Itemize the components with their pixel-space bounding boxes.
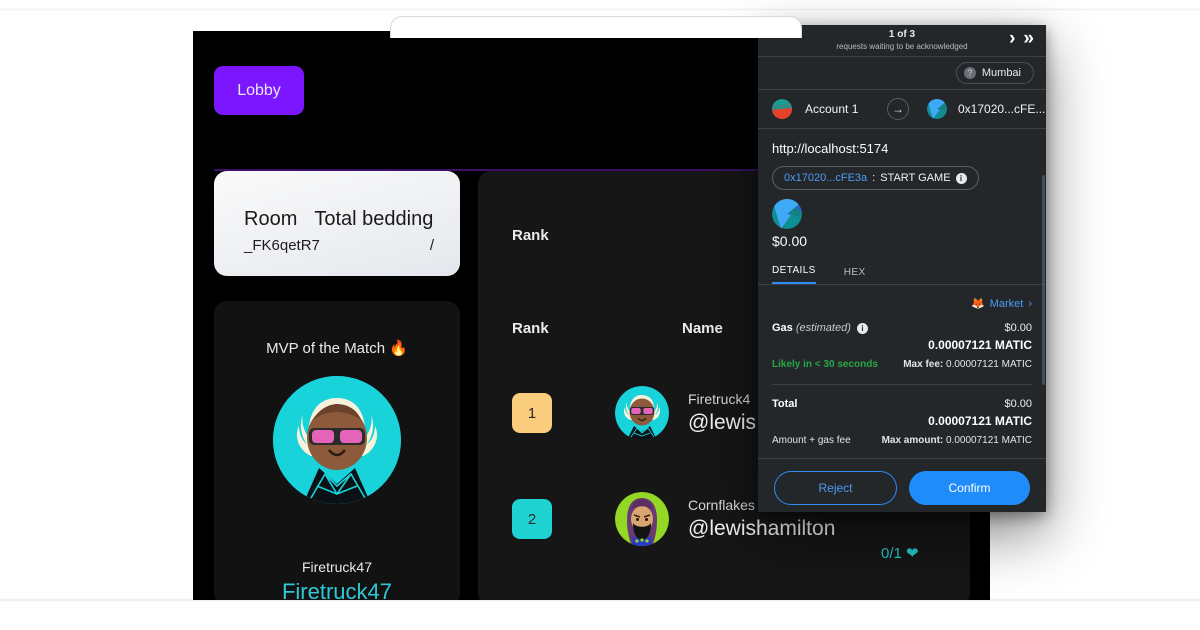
- max-fee-value: 0.00007121 MATIC: [946, 359, 1032, 370]
- gas-speed-row: Likely in < 30 seconds Max fee: 0.000071…: [772, 359, 1032, 370]
- details-divider: [772, 384, 1032, 385]
- gas-speed-estimate: Likely in < 30 seconds: [772, 359, 878, 370]
- screenshot-root: Lobby Room Total bedding _FK6qetR7 / MVP…: [0, 0, 1200, 630]
- tab-hex[interactable]: HEX: [844, 267, 866, 284]
- player-avatar-image: [615, 386, 669, 440]
- gas-info-icon[interactable]: i: [856, 322, 868, 334]
- leaderboard-title: Rank: [512, 227, 549, 244]
- tab-details[interactable]: DETAILS: [772, 265, 816, 284]
- mvp-avatar: [273, 376, 401, 504]
- gas-values: $0.00 0.00007121 MATIC: [928, 322, 1032, 352]
- player-avatar: [615, 386, 669, 440]
- gas-crypto: 0.00007121 MATIC: [928, 338, 1032, 352]
- max-fee-group: Max fee: 0.00007121 MATIC: [903, 359, 1032, 370]
- last-request-icon[interactable]: »: [1023, 28, 1034, 50]
- network-label: Mumbai: [981, 67, 1021, 79]
- total-fiat: $0.00: [1004, 398, 1032, 410]
- max-amount-label: Max amount:: [881, 435, 944, 446]
- transaction-details: 🦊 Market › Gas (estimated) i $0.00 0.000…: [758, 285, 1046, 446]
- total-note-row: Amount + gas fee Max amount: 0.00007121 …: [772, 435, 1032, 446]
- player-score: 0/1 ❤: [881, 545, 919, 562]
- popup-scrollbar[interactable]: [1042, 175, 1045, 385]
- market-link[interactable]: 🦊 Market ›: [772, 297, 1032, 311]
- origin-url: http://localhost:5174: [772, 141, 889, 156]
- page-top-band: [0, 8, 1200, 11]
- max-amount-value: 0.00007121 MATIC: [946, 435, 1032, 446]
- fox-icon: 🦊: [971, 298, 985, 310]
- gas-fiat: $0.00: [1004, 322, 1032, 334]
- arrow-right-icon: →: [887, 98, 909, 120]
- player-name: Firetruck4: [688, 391, 751, 407]
- room-info-card: Room Total bedding _FK6qetR7 /: [214, 171, 460, 276]
- room-card-values: _FK6qetR7 /: [244, 237, 434, 254]
- column-header-rank: Rank: [512, 320, 549, 337]
- metamask-notification-popup: 1 of 3 requests waiting to be acknowledg…: [758, 25, 1046, 512]
- queue-count: 1 of 3: [888, 29, 916, 41]
- room-card-headers: Room Total bedding: [244, 208, 433, 231]
- rank-badge: 2: [512, 499, 552, 539]
- details-hex-tabs: DETAILS HEX: [758, 259, 1046, 285]
- token-fiat-amount: $0.00: [772, 233, 808, 249]
- confirm-button[interactable]: Confirm: [909, 471, 1030, 505]
- rank-badge: 1: [512, 393, 552, 433]
- mvp-player-name: Firetruck47: [301, 559, 373, 575]
- browser-url-chip[interactable]: [390, 16, 802, 38]
- gas-estimated-note: (estimated): [795, 322, 851, 334]
- max-amount-group: Max amount: 0.00007121 MATIC: [882, 435, 1032, 446]
- info-icon[interactable]: i: [955, 172, 967, 184]
- network-icon: ?: [963, 67, 976, 79]
- player-avatar: [615, 492, 669, 546]
- popup-action-bar: Reject Confirm: [758, 458, 1046, 512]
- player-handle: @lewis: [688, 411, 756, 434]
- mvp-card: MVP of the Match 🔥 Firetruck47 Firetruck…: [214, 301, 460, 600]
- chip-separator: :: [872, 172, 876, 184]
- total-row: Total $0.00 0.00007121 MATIC: [772, 398, 1032, 428]
- recipient-jazzicon: [927, 99, 947, 119]
- amount-plus-gas-note: Amount + gas fee: [772, 435, 851, 446]
- token-jazzicon: [772, 199, 802, 229]
- queue-description: requests waiting to be acknowledged: [836, 41, 968, 51]
- total-bedding-value: /: [429, 237, 434, 254]
- reject-button[interactable]: Reject: [774, 471, 897, 505]
- contract-method: START GAME: [880, 172, 951, 184]
- recipient-avatar: [927, 99, 947, 119]
- room-code-value: _FK6qetR7: [244, 237, 320, 254]
- gas-label: Gas: [772, 322, 793, 334]
- total-values: $0.00 0.00007121 MATIC: [928, 398, 1032, 428]
- total-crypto: 0.00007121 MATIC: [928, 414, 1032, 428]
- room-label: Room: [244, 208, 298, 230]
- token-icon: [772, 199, 802, 229]
- mvp-title: MVP of the Match 🔥: [266, 340, 408, 357]
- network-selector[interactable]: ? Mumbai: [955, 62, 1034, 84]
- recipient-address[interactable]: 0x17020...cFE...: [958, 102, 1045, 116]
- account-name[interactable]: Account 1: [805, 102, 858, 116]
- total-label: Total: [772, 398, 798, 410]
- gas-row: Gas (estimated) i $0.00 0.00007121 MATIC: [772, 322, 1032, 352]
- total-bedding-label: Total bedding: [314, 208, 434, 230]
- sender-jazzicon: [772, 99, 792, 119]
- avatar: [772, 99, 792, 119]
- player-handle: @lewishamilton: [688, 517, 836, 540]
- mvp-avatar-image: [273, 376, 401, 504]
- next-request-icon[interactable]: ›: [1009, 28, 1015, 50]
- market-label: Market: [989, 297, 1024, 310]
- token-amount-block: $0.00: [758, 190, 1046, 249]
- queue-nav[interactable]: › »: [1009, 28, 1034, 50]
- contract-address: 0x17020...cFE3a: [784, 172, 868, 184]
- player-avatar-image: [615, 492, 669, 546]
- contract-method-chip[interactable]: 0x17020...cFE3a : START GAME i: [772, 166, 979, 190]
- chevron-right-icon: ›: [1028, 297, 1032, 310]
- lobby-button[interactable]: Lobby: [214, 66, 304, 115]
- account-row: Account 1 → 0x17020...cFE...: [758, 90, 1046, 129]
- gas-label-group: Gas (estimated) i: [772, 322, 868, 334]
- mvp-player-handle: Firetruck47: [281, 579, 393, 600]
- max-fee-label: Max fee:: [903, 359, 944, 370]
- queue-text: 1 of 3 requests waiting to be acknowledg…: [836, 29, 967, 52]
- player-info: Firetruck4 @lewis: [688, 391, 756, 435]
- network-row: ? Mumbai: [758, 57, 1046, 90]
